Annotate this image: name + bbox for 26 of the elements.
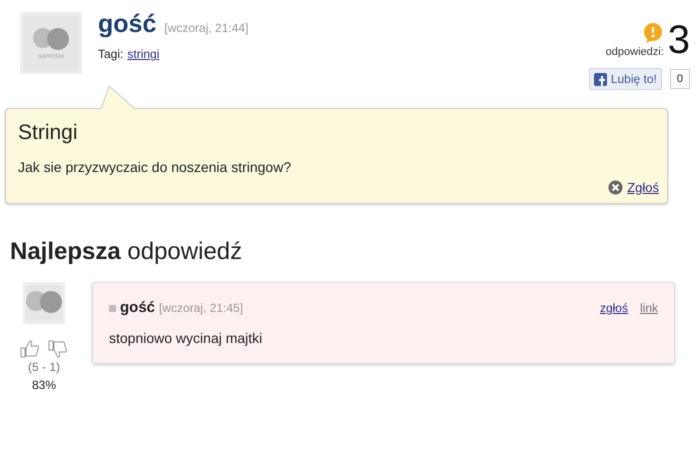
like-count: 0 xyxy=(670,68,690,90)
permalink[interactable]: link xyxy=(640,299,658,318)
tag-link[interactable]: stringi xyxy=(127,45,160,63)
report-link[interactable]: zgłoś xyxy=(600,299,628,318)
answer-body: stopniowo wycinaj majtki xyxy=(109,328,264,348)
close-icon xyxy=(608,180,624,195)
author-name[interactable]: gość xyxy=(120,297,156,320)
like-button[interactable]: Lubię to! xyxy=(588,68,662,90)
post-date: [wczoraj, 21:44] xyxy=(164,20,248,37)
vote-percent: 83% xyxy=(32,377,56,394)
thumbs-down-icon[interactable] xyxy=(48,340,68,358)
report-link[interactable]: Zgłoś xyxy=(627,178,659,197)
answers-label: odpowiedzi: xyxy=(606,44,664,60)
question-body: Jak sie przyzwyczaic do noszenia stringow? xyxy=(18,158,292,177)
question-bubble-icon xyxy=(642,22,664,44)
author-name[interactable]: gość xyxy=(98,12,156,37)
vote-count: (5 - 1) xyxy=(28,359,60,376)
bullet-icon xyxy=(109,304,116,312)
thumbs-up-icon[interactable] xyxy=(20,340,40,358)
post-date: [wczoraj, 21:45] xyxy=(159,300,244,318)
speech-bubbles-icon xyxy=(24,290,64,316)
answers-count: 3 xyxy=(668,20,690,60)
question-title: Stringi xyxy=(18,120,79,146)
section-heading: Najlepsza odpowiedź xyxy=(9,237,244,267)
tags-label: Tagi: xyxy=(98,46,124,63)
speech-bubbles-icon xyxy=(31,26,71,52)
